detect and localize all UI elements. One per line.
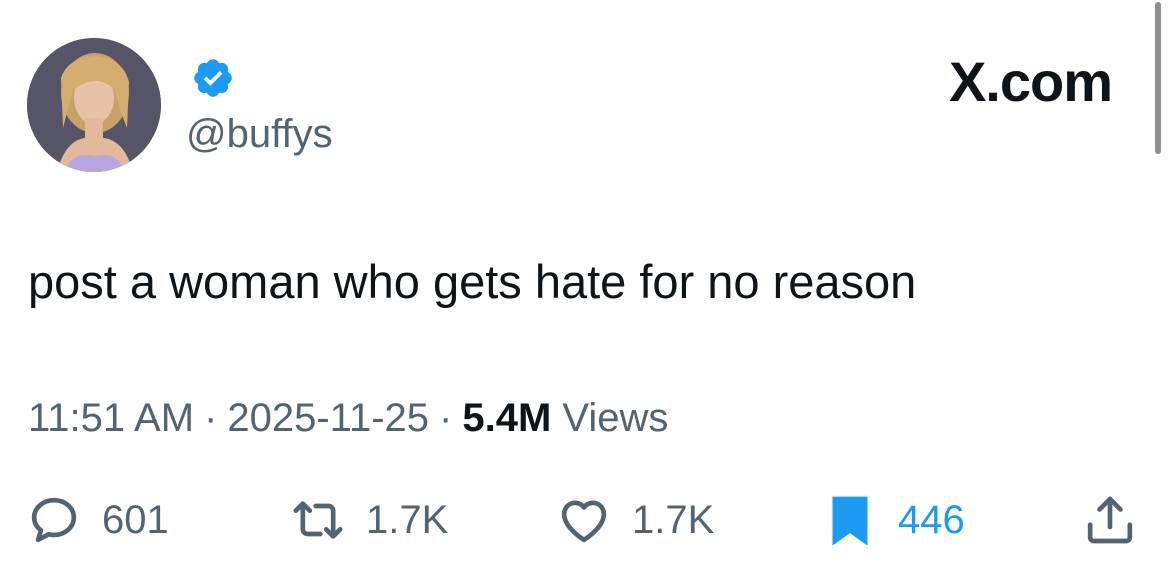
repost-button[interactable]: 1.7K — [290, 490, 448, 550]
reply-button[interactable]: 601 — [26, 490, 169, 550]
repost-count: 1.7K — [366, 498, 449, 542]
reply-icon — [31, 497, 77, 543]
brand-watermark: X.com — [948, 50, 1113, 113]
share-button[interactable] — [1082, 490, 1138, 550]
meta-separator: · — [204, 396, 218, 440]
repost-icon — [293, 501, 343, 539]
avatar[interactable] — [27, 38, 161, 172]
meta-separator: · — [439, 396, 453, 440]
like-icon — [561, 500, 607, 543]
author-handle[interactable]: @buffys — [186, 110, 333, 158]
views-count[interactable]: 5.4M — [462, 396, 551, 440]
verified-badge-icon — [194, 59, 232, 97]
avatar-image — [27, 38, 161, 172]
action-bar: 601 1.7K 1.7K 446 — [0, 490, 1170, 550]
views-label: Views — [562, 396, 669, 440]
tweet-time[interactable]: 11:51 AM — [28, 396, 194, 440]
bookmark-button[interactable]: 446 — [822, 490, 965, 550]
bookmark-icon — [832, 496, 868, 546]
reply-count: 601 — [102, 498, 169, 542]
like-button[interactable]: 1.7K — [556, 490, 714, 550]
tweet-meta: 11:51 AM · 2025-11-25 · 5.4M Views — [28, 392, 668, 444]
bookmark-count: 446 — [898, 498, 965, 542]
tweet-text: post a woman who gets hate for no reason — [28, 255, 917, 308]
scrollbar[interactable] — [1155, 2, 1161, 154]
share-icon — [1087, 496, 1133, 544]
tweet-date[interactable]: 2025-11-25 — [227, 396, 429, 440]
like-count: 1.7K — [632, 498, 715, 542]
